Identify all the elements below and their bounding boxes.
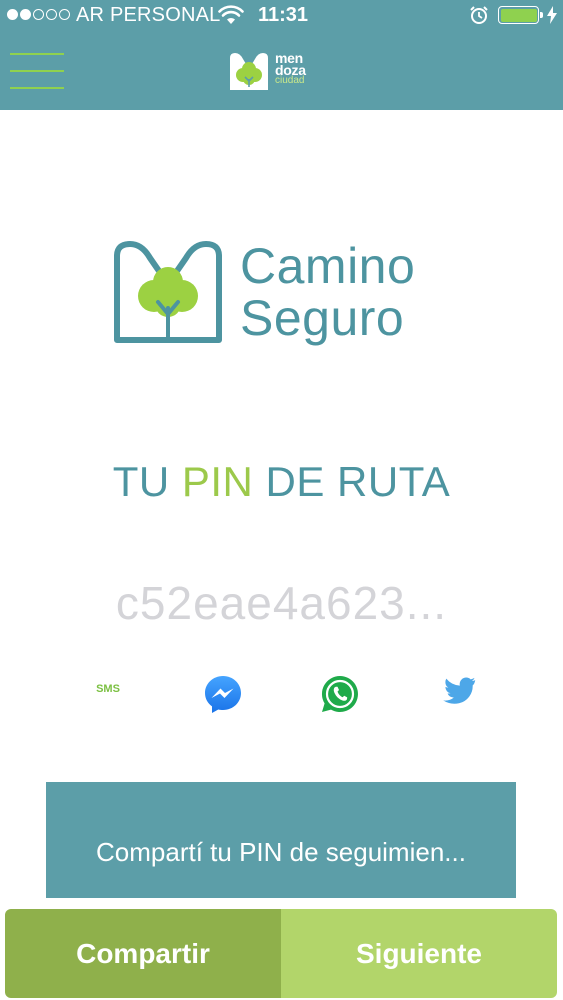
share-options: SMS [0,672,563,716]
status-bar: AR PERSONAL 11:31 [0,0,563,30]
share-button[interactable]: Compartir [5,909,281,998]
sms-share-button[interactable]: SMS [86,672,130,716]
mendoza-ciudad-logo: men doza ciudad [226,50,346,96]
whatsapp-share-button[interactable] [318,672,362,716]
charging-bolt-icon [546,6,558,29]
hamburger-menu-icon[interactable] [10,53,64,91]
app-header: AR PERSONAL 11:31 men doza ciudad [0,0,563,110]
messenger-icon [205,676,241,713]
whatsapp-icon [321,675,358,712]
twitter-icon [443,677,476,704]
city-logo-text: men doza ciudad [275,50,306,86]
alarm-icon [469,5,489,30]
battery-icon [498,6,543,24]
signal-strength [7,9,70,20]
camino-seguro-logo: Camino Seguro [110,238,460,358]
twitter-share-button[interactable] [432,672,476,716]
pin-title: TU PIN DE RUTA [112,458,451,505]
messenger-share-button[interactable] [201,672,245,716]
share-instructions: Compartí tu PIN de seguimien... [46,782,516,898]
app-name: Camino Seguro [240,238,416,346]
next-button[interactable]: Siguiente [281,909,557,998]
status-time: 11:31 [258,4,309,26]
camino-seguro-logo-icon [114,241,222,343]
mendoza-logo-icon [230,53,268,90]
pin-highlight: PIN [181,458,254,505]
sms-icon: SMS [96,683,120,695]
pin-value: c52eae4a623... [115,577,448,629]
info-text: Compartí tu PIN de seguimien... [96,836,466,867]
wifi-icon [218,5,244,30]
battery-level [500,8,537,22]
carrier-name: AR PERSONAL [76,4,221,26]
